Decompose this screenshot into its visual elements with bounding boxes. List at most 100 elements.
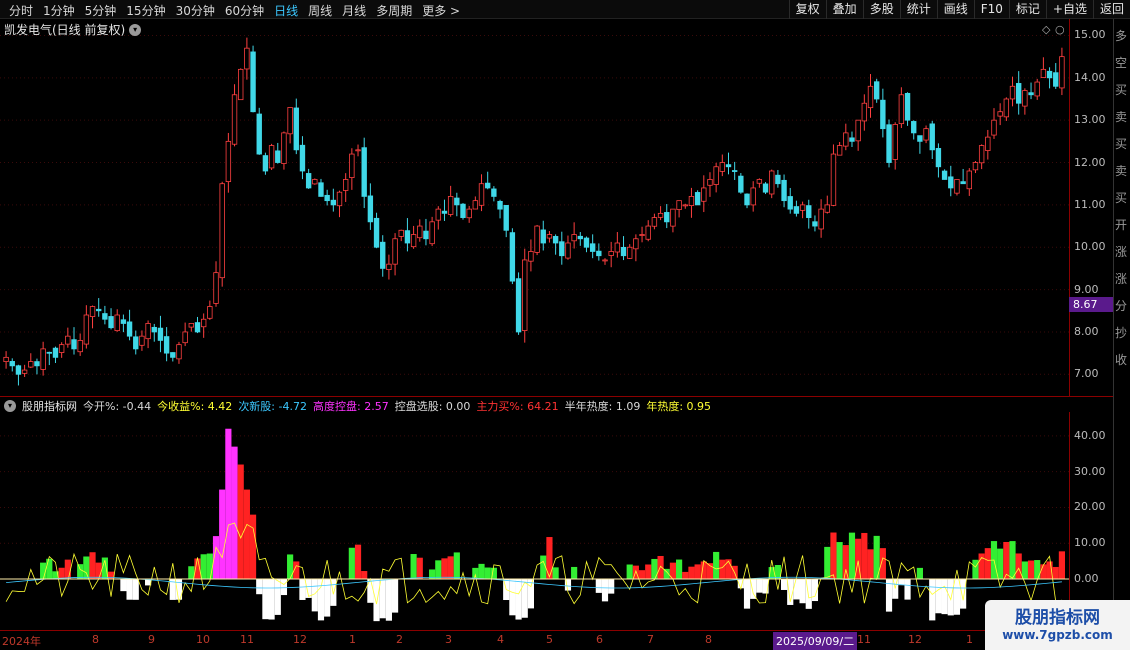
tool-button-3[interactable]: 统计 [899, 0, 937, 19]
side-signal-glyph: 收 [1115, 353, 1128, 367]
price-tick-label: 9.00 [1074, 282, 1099, 296]
candle [361, 137, 367, 209]
candle [454, 192, 460, 217]
tool-button-8[interactable]: 返回 [1092, 0, 1130, 19]
chevron-down-icon[interactable]: ▾ [4, 400, 16, 412]
indicator-bar-positive [682, 571, 689, 580]
candle [713, 162, 719, 193]
candle [380, 235, 386, 277]
stock-title-row: 凯发电气(日线 前复权) ▾ [4, 21, 142, 38]
indicator-bar-positive [830, 532, 837, 580]
date-tick-label: 1 [349, 633, 356, 646]
candle [176, 341, 182, 364]
candle [287, 107, 293, 144]
period-tab-4[interactable]: 30分钟 [171, 1, 220, 20]
candle [330, 188, 337, 212]
candle [83, 305, 90, 349]
price-tick-label: 11.00 [1074, 197, 1106, 211]
candle [231, 84, 238, 147]
indicator-bar-positive [552, 567, 559, 580]
candle [861, 94, 868, 131]
candle [207, 300, 213, 320]
candle [657, 206, 664, 221]
indicator-bar-positive [472, 567, 479, 580]
indicator-bar-positive [435, 560, 442, 580]
candle [472, 196, 479, 210]
candle [28, 353, 34, 369]
tool-button-1[interactable]: 叠加 [825, 0, 863, 19]
indicator-bar-positive [58, 567, 65, 580]
candle [812, 215, 818, 232]
circle-icon[interactable]: ○ [1055, 23, 1065, 36]
period-tab-5[interactable]: 60分钟 [220, 1, 269, 20]
candle [410, 225, 417, 249]
tool-button-4[interactable]: 画线 [936, 0, 974, 19]
indicator-bar-positive [645, 564, 652, 580]
candle [540, 220, 546, 251]
candle [565, 235, 571, 260]
indicator-bar-negative [385, 579, 392, 621]
period-tab-8[interactable]: 月线 [337, 1, 371, 20]
candle [342, 173, 349, 202]
candle [404, 218, 411, 252]
indicator-bar-positive [997, 548, 1004, 580]
date-tick-label: 2 [396, 633, 403, 646]
tool-button-0[interactable]: 复权 [788, 0, 826, 19]
indicator-bar-negative [780, 579, 788, 590]
candle [676, 200, 682, 218]
candle [299, 136, 306, 180]
tool-button-2[interactable]: 多股 [862, 0, 900, 19]
candle [954, 179, 960, 196]
tool-button-6[interactable]: 标记 [1008, 0, 1046, 19]
period-tab-3[interactable]: 15分钟 [121, 1, 170, 20]
tool-button-7[interactable]: +自选 [1045, 0, 1093, 19]
candle [96, 298, 102, 317]
indicator-bar-positive [861, 532, 868, 580]
diamond-icon[interactable]: ◇ [1042, 23, 1051, 36]
candle [398, 229, 404, 242]
indicator-bar-positive [824, 546, 831, 580]
candle [799, 201, 806, 219]
indicator-bar-positive [688, 566, 695, 580]
chevron-down-icon[interactable]: ▾ [129, 23, 142, 36]
candle [639, 226, 645, 243]
period-tab-10[interactable]: 更多 > [417, 1, 465, 20]
indicator-bar-negative [509, 579, 516, 616]
indicator-bar-positive [287, 554, 294, 580]
period-tab-7[interactable]: 周线 [303, 1, 337, 20]
candle [972, 161, 979, 174]
pane-divider[interactable] [0, 396, 1113, 397]
period-tab-2[interactable]: 5分钟 [80, 1, 122, 20]
side-signal-glyph: 开 [1115, 218, 1128, 232]
period-tab-9[interactable]: 多周期 [371, 1, 417, 20]
candle [188, 323, 195, 332]
side-signal-glyph: 买 [1115, 191, 1128, 205]
indicator-line-yellow [5, 522, 1063, 605]
indicator-chart[interactable] [0, 412, 1069, 630]
date-tick-label: 6 [596, 633, 603, 646]
candle [589, 234, 596, 259]
indicator-bar-positive [348, 547, 355, 580]
side-signal-glyph: 涨 [1115, 272, 1128, 286]
indicator-bar-positive [725, 559, 732, 580]
indicator-bar-negative [904, 579, 911, 600]
candle [886, 119, 892, 168]
period-tab-1[interactable]: 1分钟 [38, 1, 80, 20]
indicator-bar-negative [793, 579, 800, 600]
candlestick-chart[interactable]: ◇ ○ [0, 19, 1069, 396]
period-tab-6[interactable]: 日线 [269, 1, 303, 20]
period-tab-0[interactable]: 分时 [4, 1, 38, 20]
candle [15, 364, 22, 386]
tool-button-5[interactable]: F10 [973, 0, 1009, 19]
candle [460, 203, 466, 220]
candle [318, 178, 324, 197]
indicator-bar-positive [361, 571, 368, 580]
candle [312, 178, 318, 185]
price-tick-label: 8.00 [1074, 324, 1099, 338]
indicator-bar-positive [219, 489, 226, 580]
candle [497, 199, 503, 219]
date-tick-label: 5 [546, 633, 553, 646]
candle [392, 233, 398, 276]
candle [750, 181, 756, 212]
indicator-bar-positive [206, 553, 213, 580]
